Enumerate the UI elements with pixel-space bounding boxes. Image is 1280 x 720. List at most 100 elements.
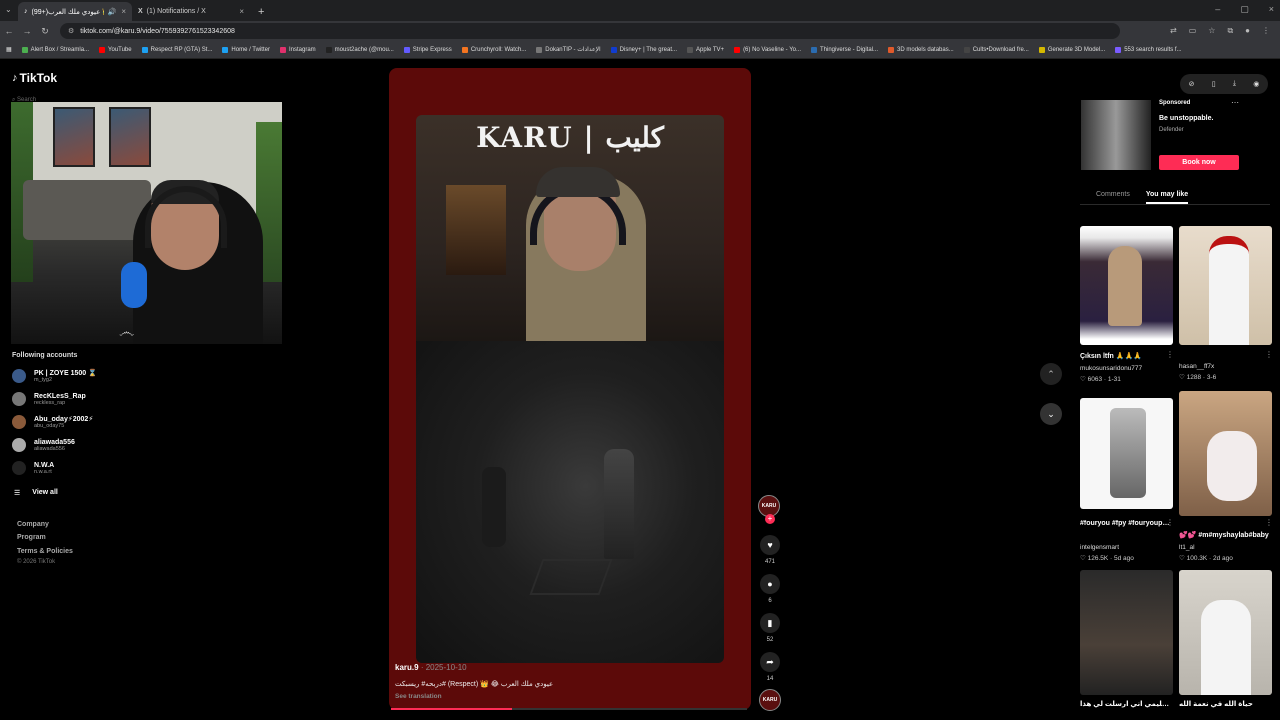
footer-program[interactable]: Program [17, 534, 46, 541]
thumb-more-icon[interactable]: ⋮ [1265, 518, 1273, 527]
suggested-video-thumbnail[interactable] [1080, 570, 1173, 695]
bookmark-item[interactable]: 3D models databas... [888, 46, 954, 53]
minimize-icon[interactable]: – [1215, 4, 1220, 15]
download-icon[interactable]: ⤓ [1233, 80, 1236, 88]
bookmark-item[interactable]: (6) No Vaseline - Yo... [734, 46, 801, 53]
video-figure [482, 467, 506, 547]
bookmark-item[interactable]: Apple TV+ [686, 46, 724, 53]
ad-image[interactable] [1081, 100, 1151, 170]
back-icon[interactable]: ← [0, 26, 18, 36]
thumb-user[interactable]: intelgensmart [1080, 544, 1119, 551]
menu-icon[interactable]: ⋮ [1262, 26, 1270, 36]
account-handle: n.w.a.rt [34, 468, 52, 475]
suggested-video-thumbnail[interactable] [1080, 398, 1173, 509]
bookmark-item[interactable]: Stripe Express [403, 46, 452, 53]
next-video-icon[interactable]: ⌄ [1040, 403, 1062, 425]
maximize-icon[interactable]: ▢ [1240, 4, 1249, 15]
close-window-icon[interactable]: × [1269, 4, 1274, 15]
bookmark-item[interactable]: 553 search results f... [1115, 46, 1182, 53]
bookmark-item[interactable]: YouTube [99, 46, 132, 53]
url-text: tiktok.com/@karu.9/video/755939276152334… [80, 27, 235, 35]
suggested-video-thumbnail[interactable] [1080, 226, 1173, 345]
extensions-icon[interactable]: ⧉ [1227, 26, 1233, 36]
bookmark-star-icon[interactable]: ☆ [1208, 26, 1215, 36]
share-count: 14 [766, 676, 774, 682]
video-progress-bar[interactable] [391, 708, 747, 710]
thumb-user[interactable]: lt1_al [1179, 544, 1195, 551]
view-all-button[interactable]: ☰ View all [14, 489, 58, 497]
speaker-icon[interactable]: 🔊 [108, 8, 117, 16]
following-account-item[interactable]: N.W.A n.w.a.rt [12, 461, 54, 475]
phone-icon[interactable]: ▯ [1212, 80, 1216, 88]
suggested-video-thumbnail[interactable] [1179, 570, 1272, 695]
following-account-item[interactable]: PK | ZOYE 1500 ⌛ m_tyg2 [12, 369, 97, 383]
thumb-more-icon[interactable]: ⋮ [1166, 518, 1174, 527]
video-player[interactable]: KARU | كليب [389, 68, 751, 710]
bookmark-item[interactable]: Cults•Download fre... [963, 46, 1029, 53]
suggested-video-thumbnail[interactable] [1179, 226, 1272, 345]
bookmark-item[interactable]: Thingiverse - Digital... [810, 46, 878, 53]
thumb-user[interactable]: hasan__ff7x [1179, 363, 1214, 370]
like-action[interactable]: ♥ 471 [759, 535, 781, 565]
bookmark-favicon-icon [536, 46, 543, 53]
bookmark-item[interactable]: Alert Box / Streamla... [21, 46, 89, 53]
video-username[interactable]: karu.9 [395, 663, 419, 672]
save-action[interactable]: ▮ 52 [759, 613, 781, 643]
bookmark-item[interactable]: Generate 3D Model... [1038, 46, 1105, 53]
bookmark-item[interactable]: moust2ache (@mou... [325, 46, 394, 53]
share-icon[interactable]: ➦ [760, 652, 780, 672]
share-action[interactable]: ➦ 14 [759, 652, 781, 682]
tab-you-may-like[interactable]: You may like [1145, 191, 1189, 204]
avatar [12, 369, 26, 383]
apps-grid-icon[interactable]: ▦ [6, 46, 12, 53]
heart-icon[interactable]: ♥ [760, 535, 780, 555]
following-account-item[interactable]: aliawada556 aliawada556 [12, 438, 75, 452]
comment-icon[interactable]: ● [760, 574, 780, 594]
sound-disc[interactable]: KARU [759, 689, 781, 711]
tab-search-icon[interactable]: ⌄ [5, 5, 12, 14]
previous-video-icon[interactable]: ⌃ [1040, 363, 1062, 385]
following-account-item[interactable]: RecKLesS_Rap reckless_rap [12, 392, 86, 406]
thumb-user[interactable]: mukosunsaridonu777 [1080, 365, 1142, 372]
bookmark-favicon-icon [403, 46, 410, 53]
bookmark-item[interactable]: Disney+ | The great... [610, 46, 677, 53]
music-disc-icon[interactable]: KARU [759, 689, 781, 711]
forward-icon[interactable]: → [18, 26, 36, 36]
cast-icon[interactable]: ▭ [1189, 26, 1197, 36]
ad-brand: Defender [1159, 127, 1184, 133]
suggested-video-thumbnail[interactable] [1179, 391, 1272, 516]
bookmark-item[interactable]: Home / Twitter [222, 46, 270, 53]
book-now-button[interactable]: Book now [1159, 155, 1239, 170]
thumb-more-icon[interactable]: ⋮ [1166, 350, 1174, 359]
close-tab-icon[interactable]: × [239, 7, 244, 16]
tab-comments[interactable]: Comments [1096, 191, 1130, 198]
account-name: PK | ZOYE 1500 ⌛ [34, 370, 97, 377]
bookmark-item[interactable]: DokanTIP - الإعدادات [536, 46, 601, 53]
tab-x-notifications[interactable]: X (1) Notifications / X × [132, 2, 250, 21]
bookmark-item[interactable]: Instagram [279, 46, 316, 53]
following-account-item[interactable]: Abu_oday⚡2002⚡ abu_oday75 [12, 415, 93, 429]
new-tab-button[interactable]: + [250, 2, 272, 21]
reload-icon[interactable]: ↻ [36, 26, 54, 37]
thumb-more-icon[interactable]: ⋮ [1265, 350, 1273, 359]
close-tab-icon[interactable]: × [121, 7, 126, 16]
bookmark-icon[interactable]: ▮ [760, 613, 780, 633]
tiktok-logo[interactable]: ♪ TikTok [12, 71, 57, 85]
bookmark-item[interactable]: Respect RP (GTA) St... [141, 46, 212, 53]
tab-tiktok[interactable]: ♪ (99+)عيودي ملك العرب 👑 🔊 × [18, 2, 132, 21]
mustache-logo-icon: ෴ [119, 324, 135, 341]
account-handle: m_tyg2 [34, 377, 53, 383]
profile-icon[interactable]: ● [1245, 26, 1250, 36]
bookmark-item[interactable]: Crunchyroll: Watch... [461, 46, 526, 53]
profile-avatar-icon[interactable]: ◉ [1253, 80, 1259, 88]
url-field[interactable]: ⚙ tiktok.com/@karu.9/video/7559392761523… [60, 23, 1120, 39]
translate-icon[interactable]: ⇄ [1170, 26, 1177, 36]
footer-terms[interactable]: Terms & Policies [17, 548, 73, 555]
follow-plus-icon[interactable]: + [765, 514, 775, 524]
ad-more-icon[interactable]: ⋯ [1231, 98, 1239, 107]
see-translation-link[interactable]: See translation [395, 693, 442, 700]
comment-action[interactable]: ● 6 [759, 574, 781, 604]
compass-icon[interactable]: ⊘ [1189, 80, 1195, 88]
footer-company[interactable]: Company [17, 521, 49, 528]
site-info-icon[interactable]: ⚙ [68, 27, 74, 35]
